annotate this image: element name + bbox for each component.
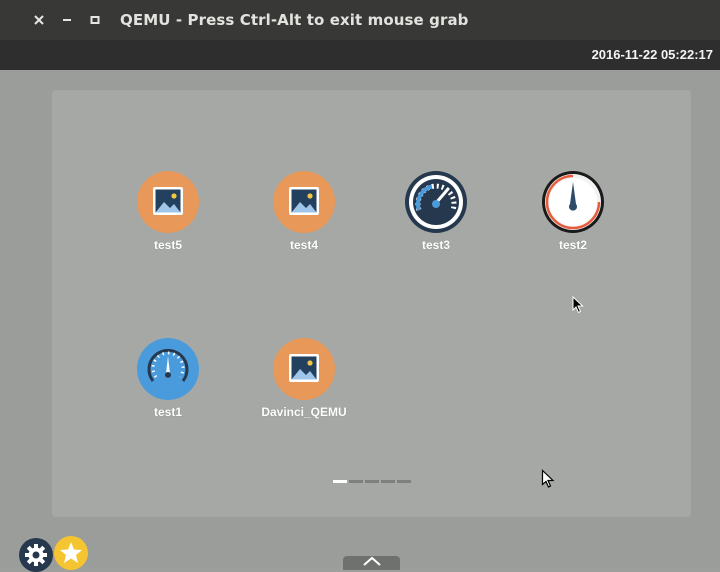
top-status-bar: 2016-11-22 05:22:17 [0, 41, 720, 70]
image-app-icon [137, 171, 199, 233]
window-controls [28, 9, 106, 31]
page-dot-active[interactable] [333, 480, 347, 483]
page-dot[interactable] [381, 480, 395, 483]
gauge-dial-icon [542, 171, 604, 233]
image-app-icon [273, 171, 335, 233]
app-launcher-panel: test5 test4 test3 test2 test1 Davinci_QE… [52, 90, 691, 517]
image-app-icon [273, 338, 335, 400]
speedometer-blue-icon [137, 338, 199, 400]
favorites-star-icon[interactable] [54, 536, 88, 570]
page-dot[interactable] [349, 480, 363, 483]
app-test2[interactable]: test2 [513, 170, 633, 252]
page-indicator[interactable] [333, 480, 411, 483]
page-dot[interactable] [397, 480, 411, 483]
app-label: test3 [421, 238, 450, 252]
app-davinci-qemu[interactable]: Davinci_QEMU [244, 337, 364, 419]
app-test4[interactable]: test4 [244, 170, 364, 252]
clock: 2016-11-22 05:22:17 [591, 47, 713, 62]
speedometer-dark-icon [405, 171, 467, 233]
app-label: test5 [153, 238, 182, 252]
page-dot[interactable] [365, 480, 379, 483]
app-test1[interactable]: test1 [108, 337, 228, 419]
app-label: test4 [289, 238, 318, 252]
app-label: test2 [558, 238, 587, 252]
window-title: QEMU - Press Ctrl-Alt to exit mouse grab [120, 11, 469, 29]
close-icon[interactable] [28, 9, 50, 31]
window-titlebar: QEMU - Press Ctrl-Alt to exit mouse grab [0, 0, 720, 41]
app-drawer-toggle[interactable] [343, 556, 400, 570]
app-test5[interactable]: test5 [108, 170, 228, 252]
app-label: Davinci_QEMU [261, 405, 347, 419]
app-test3[interactable]: test3 [376, 170, 496, 252]
app-label: test1 [153, 405, 182, 419]
maximize-icon[interactable] [84, 9, 106, 31]
minimize-icon[interactable] [56, 9, 78, 31]
chevron-up-icon [362, 556, 381, 566]
mouse-cursor-icon [572, 296, 584, 314]
mouse-cursor-outline-icon [541, 469, 555, 488]
